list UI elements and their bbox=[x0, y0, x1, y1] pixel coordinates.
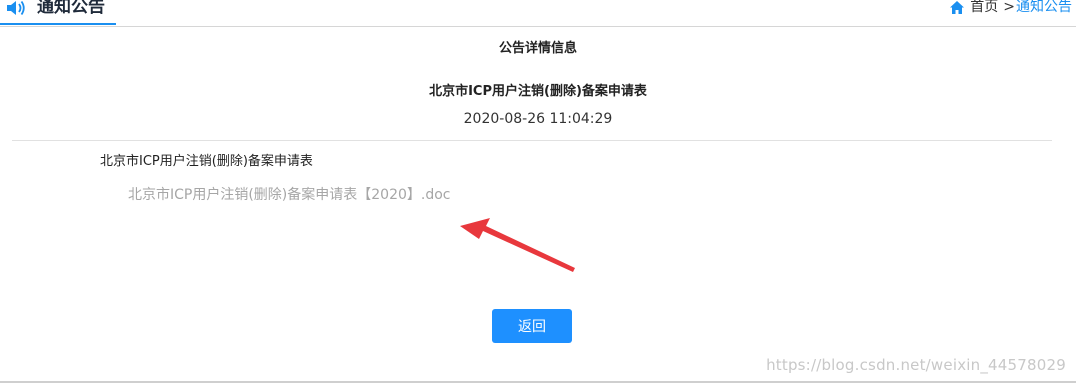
back-button[interactable]: 返回 bbox=[492, 309, 572, 343]
breadcrumb-separator: > bbox=[1003, 0, 1015, 15]
breadcrumb: 首页 > 通知公告 bbox=[950, 0, 1072, 16]
divider bbox=[12, 140, 1052, 141]
publish-date: 2020-08-26 11:04:29 bbox=[463, 111, 613, 127]
attachment-link[interactable]: 北京市ICP用户注销(删除)备案申请表【2020】.doc bbox=[128, 184, 451, 204]
watermark: https://blog.csdn.net/weixin_44578029 bbox=[766, 356, 1066, 374]
top-bar: 通知公告 首页 > 通知公告 bbox=[0, 0, 1076, 27]
speaker-icon bbox=[7, 0, 25, 16]
home-icon bbox=[950, 0, 965, 14]
red-arrow-icon bbox=[460, 218, 575, 272]
tab-title: 通知公告 bbox=[37, 0, 105, 17]
tab-announcements[interactable]: 通知公告 bbox=[0, 0, 116, 25]
page-title: 北京市ICP用户注销(删除)备案申请表 bbox=[429, 84, 647, 99]
detail-heading: 公告详情信息 bbox=[498, 41, 577, 56]
announcement-detail-page: 通知公告 首页 > 通知公告 公告详情信息 北京市ICP用户注销(删除)备案申请… bbox=[0, 0, 1076, 384]
breadcrumb-home-link[interactable]: 首页 bbox=[970, 0, 998, 16]
bottom-divider bbox=[0, 381, 1076, 383]
content-title: 北京市ICP用户注销(删除)备案申请表 bbox=[100, 154, 313, 169]
breadcrumb-current[interactable]: 通知公告 bbox=[1016, 0, 1072, 16]
